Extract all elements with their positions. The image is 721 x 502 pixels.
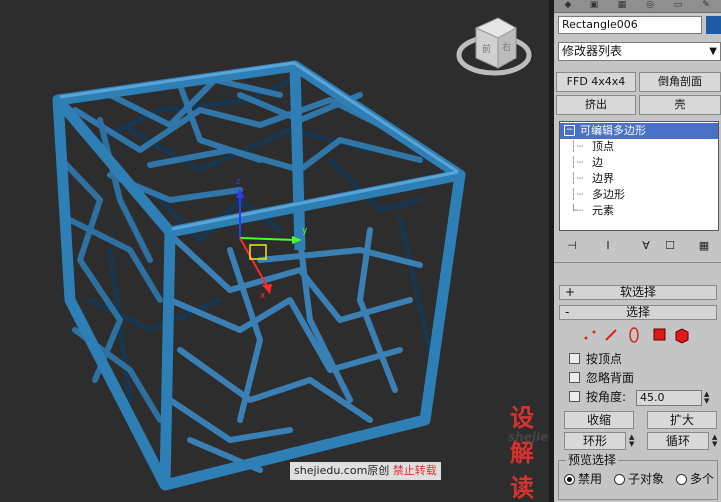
- command-panel: ◆ ▣ ▦ ◎ ▭ ✎ Rectangle006 修改器列表 ▼ FFD 4x4…: [554, 0, 721, 502]
- modify-tab-icon[interactable]: ▣: [584, 0, 604, 10]
- shell-button[interactable]: 壳: [639, 95, 721, 115]
- element-select-icon[interactable]: [675, 328, 689, 344]
- loop-button[interactable]: 循环: [647, 432, 709, 450]
- multi-label: 多个: [690, 472, 715, 486]
- soft-selection-label: 软选择: [619, 285, 656, 299]
- collapse-icon[interactable]: −: [564, 125, 575, 136]
- ring-spinner[interactable]: ▲ ▼: [629, 434, 635, 448]
- credit-prefix: shejiedu.com原创: [294, 464, 390, 477]
- stack-root-label: 可编辑多边形: [580, 124, 646, 137]
- stack-item-vertex[interactable]: ┆┈ 顶点: [560, 139, 718, 155]
- subobject-icons: [584, 327, 689, 344]
- viewcube-right-label: 右: [502, 41, 511, 53]
- object-color-swatch[interactable]: [706, 16, 721, 34]
- by-vertex-label: 按顶点: [586, 352, 623, 366]
- stack-item-editable-poly[interactable]: − 可编辑多边形: [560, 123, 718, 139]
- chevron-down-icon: ▼: [709, 46, 717, 57]
- subobject-label: 子对象: [628, 472, 665, 486]
- viewcube[interactable]: 前 右: [456, 17, 532, 76]
- watermark-site: shejiedu.com: [508, 430, 549, 444]
- selection-label: 选择: [625, 305, 650, 319]
- command-tabs: ◆ ▣ ▦ ◎ ▭ ✎: [554, 0, 721, 13]
- selection-rollout[interactable]: - 选择: [559, 305, 717, 320]
- hierarchy-tab-icon[interactable]: ▦: [612, 0, 632, 10]
- chamfer-profile-button[interactable]: 倒角剖面: [639, 72, 721, 92]
- preview-selection-label: 预览选择: [566, 453, 619, 467]
- modifier-list-label: 修改器列表: [562, 44, 623, 58]
- vertex-select-icon[interactable]: [584, 330, 596, 340]
- border-select-icon[interactable]: [629, 327, 639, 343]
- extrude-button[interactable]: 挤出: [556, 95, 636, 115]
- ignore-backfacing-label: 忽略背面: [586, 371, 635, 385]
- credit-warning: 禁止转载: [392, 464, 437, 477]
- axis-x-label: x: [260, 291, 266, 301]
- axis-y-label: y: [302, 226, 308, 236]
- edge-select-icon[interactable]: [605, 329, 617, 341]
- show-end-result-icon[interactable]: Ⅰ: [598, 238, 618, 254]
- polygon-select-icon[interactable]: [653, 328, 666, 341]
- divider-line: [554, 262, 721, 263]
- by-angle-label: 按角度:: [586, 390, 627, 404]
- viewcube-front-label: 前: [482, 43, 491, 55]
- angle-value-field[interactable]: 45.0: [636, 390, 702, 406]
- configure-sets-icon[interactable]: ▦: [694, 238, 714, 254]
- viewport-3d[interactable]: z y x 前 右 设解读 shejiedu.com shejiedu.com原…: [0, 0, 549, 502]
- object-name-field[interactable]: Rectangle006: [558, 16, 702, 34]
- ignore-backfacing-checkbox[interactable]: [569, 372, 580, 383]
- cage-model[interactable]: z y x 前 右: [0, 0, 549, 502]
- modifier-stack: − 可编辑多边形 ┆┈ 顶点 ┆┈ 边 ┆┈ 边界 ┆┈ 多边形 └┈ 元素: [559, 121, 719, 231]
- grow-button[interactable]: 扩大: [647, 411, 717, 429]
- shrink-button[interactable]: 收缩: [564, 411, 634, 429]
- stack-item-polygon[interactable]: ┆┈ 多边形: [560, 187, 718, 203]
- create-tab-icon[interactable]: ◆: [558, 0, 578, 10]
- by-angle-checkbox[interactable]: [569, 391, 580, 402]
- display-tab-icon[interactable]: ▭: [668, 0, 688, 10]
- pin-stack-icon[interactable]: ⊣: [562, 238, 582, 254]
- modifier-list-dropdown[interactable]: 修改器列表 ▼: [558, 42, 721, 61]
- watermark-brand: 设解读: [510, 404, 535, 502]
- axis-z-label: z: [236, 177, 241, 187]
- stack-item-element[interactable]: └┈ 元素: [560, 203, 718, 219]
- make-unique-icon[interactable]: ∀: [636, 238, 656, 254]
- subobject-radio[interactable]: [614, 474, 625, 485]
- credit-label: shejiedu.com原创 禁止转载: [290, 462, 441, 480]
- multi-radio[interactable]: [676, 474, 687, 485]
- remove-modifier-icon[interactable]: ☐: [660, 238, 680, 254]
- soft-selection-rollout[interactable]: + 软选择: [559, 285, 717, 300]
- utilities-tab-icon[interactable]: ✎: [696, 0, 716, 10]
- angle-spinner[interactable]: ▲ ▼: [704, 391, 710, 405]
- disable-radio[interactable]: [564, 474, 575, 485]
- by-vertex-checkbox[interactable]: [569, 353, 580, 364]
- ring-button[interactable]: 环形: [564, 432, 626, 450]
- ffd-button[interactable]: FFD 4x4x4: [556, 72, 636, 92]
- disable-label: 禁用: [578, 472, 603, 486]
- stack-item-edge[interactable]: ┆┈ 边: [560, 155, 718, 171]
- stack-toolbar: ⊣ Ⅰ ∀ ☐ ▦: [554, 236, 721, 258]
- loop-spinner[interactable]: ▲ ▼: [712, 434, 718, 448]
- stack-item-border[interactable]: ┆┈ 边界: [560, 171, 718, 187]
- motion-tab-icon[interactable]: ◎: [640, 0, 660, 10]
